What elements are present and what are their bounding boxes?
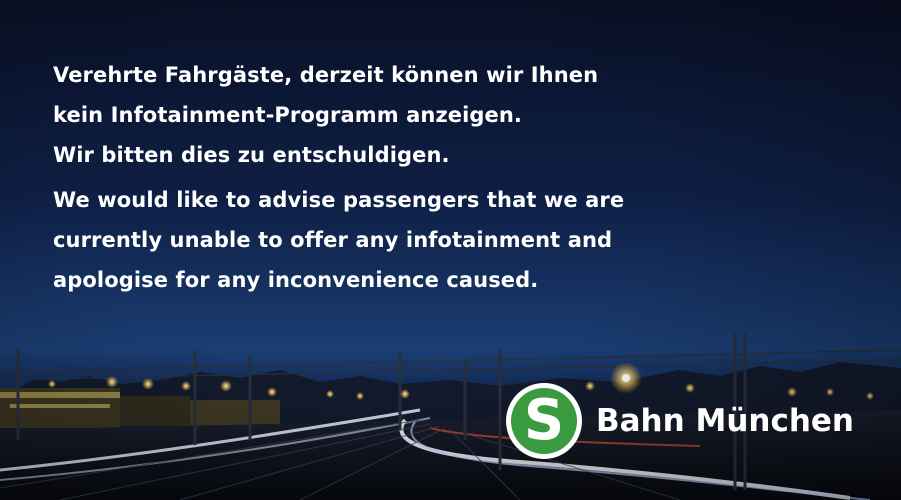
s-bahn-icon: S — [506, 383, 582, 459]
infotainment-screen: Verehrte Fahrgäste, derzeit können wir I… — [0, 0, 901, 500]
german-line: Verehrte Fahrgäste, derzeit können wir I… — [53, 63, 599, 87]
english-line: currently unable to offer any infotainme… — [53, 228, 613, 252]
s-letter: S — [511, 388, 577, 454]
german-line: Wir bitten dies zu entschuldigen. — [53, 143, 450, 167]
english-line: apologise for any inconvenience caused. — [53, 268, 539, 292]
german-line: kein Infotainment-Programm anzeigen. — [53, 103, 523, 127]
s-bahn-muenchen-logo: S Bahn München — [506, 382, 866, 460]
english-message: We would like to advise passengers that … — [53, 180, 713, 300]
announcement-text: Verehrte Fahrgäste, derzeit können wir I… — [53, 55, 713, 300]
brand-name: Bahn München — [596, 403, 855, 439]
english-line: We would like to advise passengers that … — [53, 188, 625, 212]
german-message: Verehrte Fahrgäste, derzeit können wir I… — [53, 55, 713, 175]
